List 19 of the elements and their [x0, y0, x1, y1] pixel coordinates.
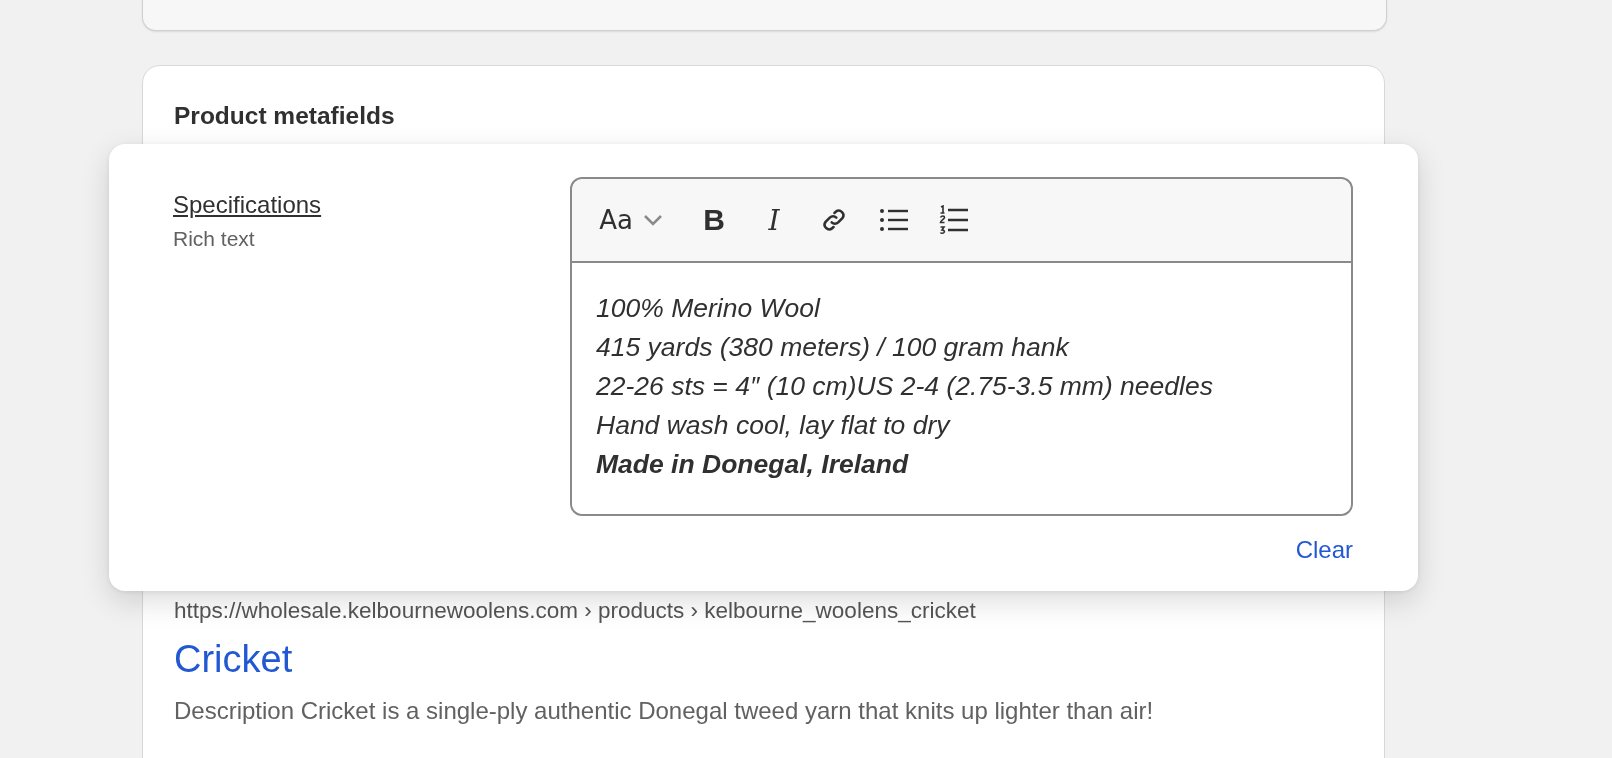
section-title: Product metafields: [174, 102, 395, 130]
metafield-label[interactable]: Specifications: [173, 177, 322, 219]
numbered-list-icon: [939, 205, 969, 235]
chevron-icon: [642, 213, 664, 227]
editor-line: Hand wash cool, lay flat to dry: [596, 409, 950, 442]
link-icon: [820, 206, 848, 234]
clear-link[interactable]: Clear: [1295, 536, 1353, 564]
bullet-list-icon: [879, 207, 909, 233]
search-result-title[interactable]: Cricket: [174, 638, 293, 681]
search-result-description: Description Cricket is a single-ply authentic Donegal tweed yarn that knits up lighter than air!: [174, 697, 1154, 725]
text-style-button[interactable]: Aa: [596, 200, 636, 240]
editor-line: 100% Merino Wool: [596, 292, 820, 325]
bold-button[interactable]: B: [694, 200, 734, 240]
metafield-type: Rich text: [173, 227, 255, 251]
italic-button[interactable]: I: [754, 200, 794, 240]
editor-line: 415 yards (380 meters) / 100 gram hank: [596, 331, 1069, 364]
search-result-url: https://wholesale.kelbournewoolens.com › products › kelbourne_woolens_cricket: [174, 598, 976, 624]
editor-line: Made in Donegal, Ireland: [596, 448, 909, 481]
editor-line: 22-26 sts = 4″ (10 cm)US 2-4 (2.75-3.5 mm) needles: [596, 370, 1213, 403]
